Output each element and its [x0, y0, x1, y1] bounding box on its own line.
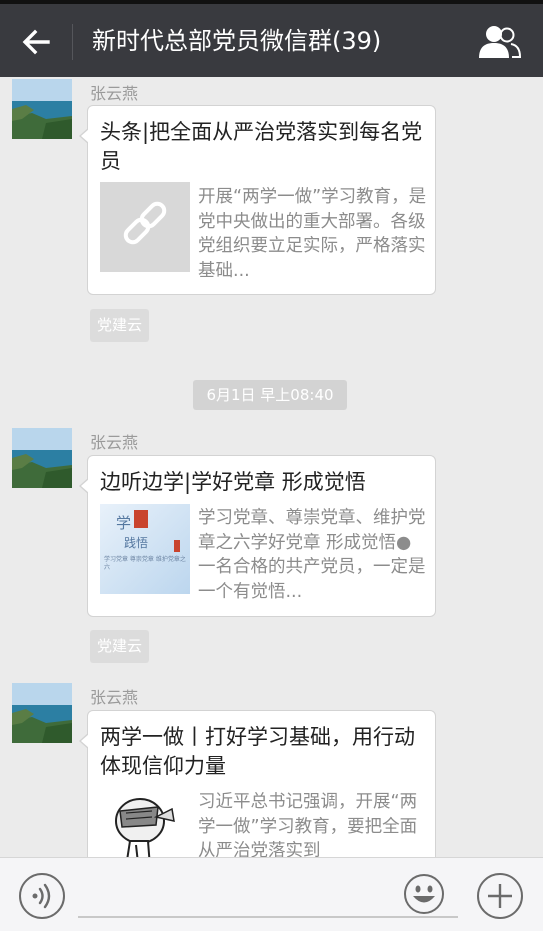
- header-divider: [72, 24, 73, 60]
- sender-avatar[interactable]: [12, 428, 72, 488]
- article-description: 习近平总书记强调，开展“两学一做”学习教育，要把全面从严治党落实到: [198, 792, 418, 857]
- study-banner-image: 学 践悟 学习党章 尊崇党章 维护党章之六: [100, 504, 190, 594]
- chat-input-bar: [0, 857, 543, 931]
- sender-name: 张云燕: [90, 688, 139, 707]
- article-card[interactable]: 两学一做丨打好学习基础，用行动体现信仰力量 习近平总书记强调，开展“两学一做”学…: [79, 710, 436, 857]
- back-arrow-icon[interactable]: [16, 22, 56, 62]
- source-tag[interactable]: 党建云: [90, 309, 149, 342]
- link-icon: [100, 182, 190, 272]
- timestamp-label: 6月1日 早上08:40: [193, 380, 347, 410]
- group-members-icon[interactable]: [476, 22, 522, 62]
- chat-message-list[interactable]: 张云燕 头条|把全面从严治党落实到每名党员 开展“两学一做”学习教育，是党中央做…: [0, 77, 543, 857]
- sender-avatar[interactable]: [12, 79, 72, 139]
- sender-name: 张云燕: [90, 433, 139, 452]
- article-description: 开展“两学一做”学习教育，是党中央做出的重大部署。各级党组织要立足实际，严格落实…: [198, 187, 427, 281]
- article-card[interactable]: 边听边学|学好党章 形成觉悟 学 践悟 学习党章 尊崇党章 维护党章之六 学习党…: [79, 455, 436, 617]
- article-card[interactable]: 头条|把全面从严治党落实到每名党员 开展“两学一做”学习教育，是党中央做出的重大…: [79, 105, 436, 295]
- chat-title: 新时代总部党员微信群(39): [92, 27, 382, 55]
- article-title: 两学一做丨打好学习基础，用行动体现信仰力量: [100, 725, 415, 778]
- voice-input-icon[interactable]: [18, 872, 66, 920]
- chat-header: 新时代总部党员微信群(39): [0, 4, 543, 77]
- cartoon-image: [100, 787, 190, 857]
- article-title: 边听边学|学好党章 形成觉悟: [100, 470, 366, 494]
- sender-avatar[interactable]: [12, 683, 72, 743]
- source-tag[interactable]: 党建云: [90, 630, 149, 663]
- emoji-icon[interactable]: [403, 873, 445, 915]
- article-description: 学习党章、尊崇党章、维护党章之六学好党章 形成觉悟● 一名合格的共产党员，一定是…: [198, 508, 426, 602]
- message-input[interactable]: [78, 916, 458, 918]
- article-title: 头条|把全面从严治党落实到每名党员: [100, 120, 423, 173]
- more-options-plus-icon[interactable]: [476, 872, 524, 920]
- sender-name: 张云燕: [90, 84, 139, 103]
